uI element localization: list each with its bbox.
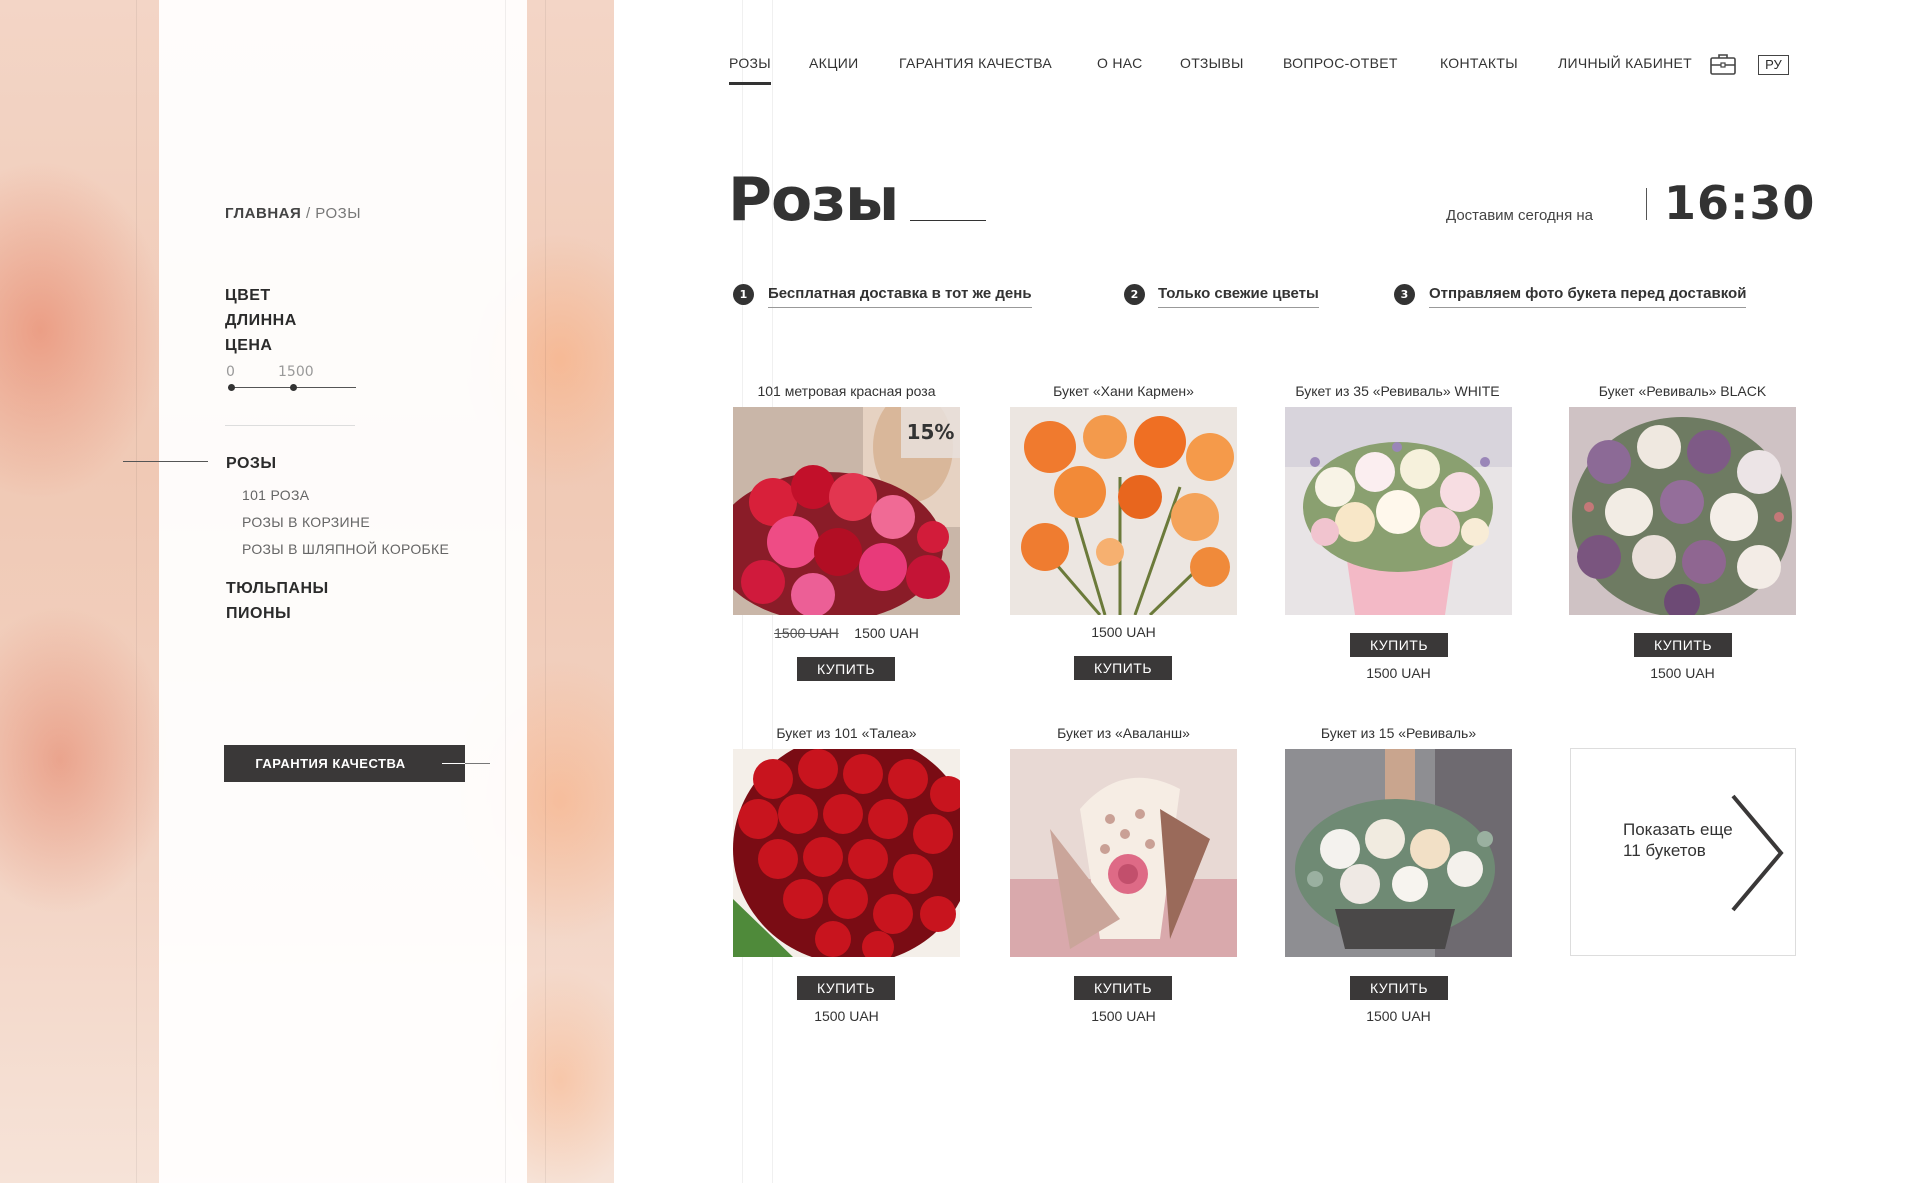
delivery-text: Доставим сегодня на bbox=[1446, 207, 1593, 224]
product-image-orange-roses[interactable] bbox=[1010, 407, 1237, 615]
nav-active-underline bbox=[729, 82, 771, 85]
page-title: Розы bbox=[728, 165, 899, 235]
feature-number: 1 bbox=[733, 284, 754, 305]
delivery-time: 16:30 bbox=[1664, 176, 1816, 230]
feature-number: 3 bbox=[1394, 284, 1415, 305]
filter-length[interactable]: ДЛИННА bbox=[225, 308, 297, 333]
divider bbox=[225, 425, 355, 426]
price-slider-handle-max[interactable] bbox=[290, 384, 297, 391]
category-roses[interactable]: РОЗЫ bbox=[226, 455, 277, 473]
product-image-basket-bouquet[interactable] bbox=[1285, 749, 1512, 957]
nav-promotions[interactable]: АКЦИИ bbox=[809, 55, 858, 71]
subcategory-101-roses[interactable]: 101 РОЗА bbox=[242, 487, 309, 503]
buy-button[interactable]: КУПИТЬ bbox=[1074, 976, 1172, 1000]
product-image-red-pink-bouquet[interactable]: 15% bbox=[733, 407, 960, 615]
price-min: 0 bbox=[226, 364, 235, 380]
feature-text: Только свежие цветы bbox=[1158, 285, 1319, 308]
category-tulips[interactable]: ТЮЛЬПАНЫ bbox=[226, 580, 329, 598]
product-name[interactable]: Букет из «Аваланш» bbox=[1010, 725, 1237, 741]
buy-button[interactable]: КУПИТЬ bbox=[1350, 633, 1448, 657]
subcategory-roses-basket[interactable]: РОЗЫ В КОРЗИНЕ bbox=[242, 514, 370, 530]
nav-reviews[interactable]: ОТЗЫВЫ bbox=[1180, 55, 1244, 71]
nav-cabinet[interactable]: ЛИЧНЫЙ КАБИНЕТ bbox=[1558, 55, 1692, 71]
nav-faq[interactable]: ВОПРОС-ОТВЕТ bbox=[1283, 55, 1398, 71]
product-name[interactable]: Букет «Хани Кармен» bbox=[1010, 383, 1237, 399]
product-name[interactable]: Букет из 35 «Ревиваль» WHITE bbox=[1284, 383, 1511, 399]
price-slider-handle-min[interactable] bbox=[228, 384, 235, 391]
product-name[interactable]: Букет из 15 «Ревиваль» bbox=[1285, 725, 1512, 741]
buy-button[interactable]: КУПИТЬ bbox=[797, 976, 895, 1000]
active-category-marker bbox=[123, 461, 208, 462]
quality-button-decor bbox=[442, 763, 465, 764]
show-more-text: Показать еще 11 букетов bbox=[1623, 820, 1733, 860]
product-image-white-hatbox-bouquet[interactable] bbox=[1285, 407, 1512, 615]
product-price: 1500 UAH bbox=[1366, 1008, 1431, 1024]
guide-line bbox=[505, 0, 506, 1183]
discount-badge: 15% bbox=[901, 407, 960, 458]
briefcase-icon[interactable] bbox=[1710, 53, 1736, 75]
product-price: 1500 UAH bbox=[1366, 665, 1431, 681]
nav-contacts[interactable]: КОНТАКТЫ bbox=[1440, 55, 1518, 71]
buy-button[interactable]: КУПИТЬ bbox=[1350, 976, 1448, 1000]
nav-roses[interactable]: РОЗЫ bbox=[729, 55, 771, 71]
filter-list: ЦВЕТ ДЛИННА ЦЕНА bbox=[225, 283, 297, 358]
quality-guarantee-button[interactable]: ГАРАНТИЯ КАЧЕСТВА bbox=[224, 745, 465, 782]
breadcrumb-separator: / bbox=[301, 205, 316, 222]
category-peonies[interactable]: ПИОНЫ bbox=[226, 605, 291, 623]
buy-button[interactable]: КУПИТЬ bbox=[1074, 656, 1172, 680]
product-name[interactable]: Букет из 101 «Талеа» bbox=[733, 725, 960, 741]
guide-line bbox=[545, 0, 546, 1183]
quality-guarantee-label: ГАРАНТИЯ КАЧЕСТВА bbox=[255, 756, 406, 771]
show-more-card[interactable]: Показать еще 11 букетов bbox=[1570, 748, 1796, 956]
product-name[interactable]: Букет «Ревиваль» BLACK bbox=[1569, 383, 1796, 399]
price-max: 1500 bbox=[278, 364, 314, 380]
product-price: 1500 UAH bbox=[1091, 624, 1156, 640]
filter-price[interactable]: ЦЕНА bbox=[225, 333, 297, 358]
old-price: 1500 UAH bbox=[774, 625, 839, 641]
product-image-pink-wrapped-bouquet[interactable] bbox=[1010, 749, 1237, 957]
product-name[interactable]: 101 метровая красная роза bbox=[733, 383, 960, 399]
breadcrumb: ГЛАВНАЯ / РОЗЫ bbox=[225, 205, 361, 222]
title-decor-line bbox=[910, 220, 986, 221]
feature-text: Бесплатная доставка в тот же день bbox=[768, 285, 1032, 308]
subcategory-roses-hatbox[interactable]: РОЗЫ В ШЛЯПНОЙ КОРОБКЕ bbox=[242, 541, 449, 557]
new-price: 1500 UAH bbox=[854, 625, 919, 641]
feature-number: 2 bbox=[1124, 284, 1145, 305]
product-price: 1500 UAH bbox=[1091, 1008, 1156, 1024]
buy-button[interactable]: КУПИТЬ bbox=[1634, 633, 1732, 657]
product-image-red-roses-bunch[interactable] bbox=[733, 749, 960, 957]
feature-text: Отправляем фото букета перед доставкой bbox=[1429, 285, 1747, 308]
guide-line bbox=[136, 0, 137, 1183]
nav-quality[interactable]: ГАРАНТИЯ КАЧЕСТВА bbox=[899, 55, 1052, 71]
product-price: 1500 UAH bbox=[814, 1008, 879, 1024]
product-price: 1500 UAH 1500 UAH bbox=[733, 625, 960, 641]
breadcrumb-home[interactable]: ГЛАВНАЯ bbox=[225, 205, 301, 222]
quality-button-decor bbox=[465, 763, 490, 764]
chevron-right-icon bbox=[1731, 794, 1784, 912]
nav-about[interactable]: О НАС bbox=[1097, 55, 1143, 71]
product-price: 1500 UAH bbox=[1650, 665, 1715, 681]
language-switch[interactable]: РУ bbox=[1758, 55, 1789, 75]
sidebar-panel bbox=[159, 0, 527, 1183]
filter-color[interactable]: ЦВЕТ bbox=[225, 283, 297, 308]
delivery-separator bbox=[1646, 188, 1647, 220]
product-image-purple-white-bouquet[interactable] bbox=[1569, 407, 1796, 615]
buy-button[interactable]: КУПИТЬ bbox=[797, 657, 895, 681]
breadcrumb-current: РОЗЫ bbox=[315, 205, 361, 222]
